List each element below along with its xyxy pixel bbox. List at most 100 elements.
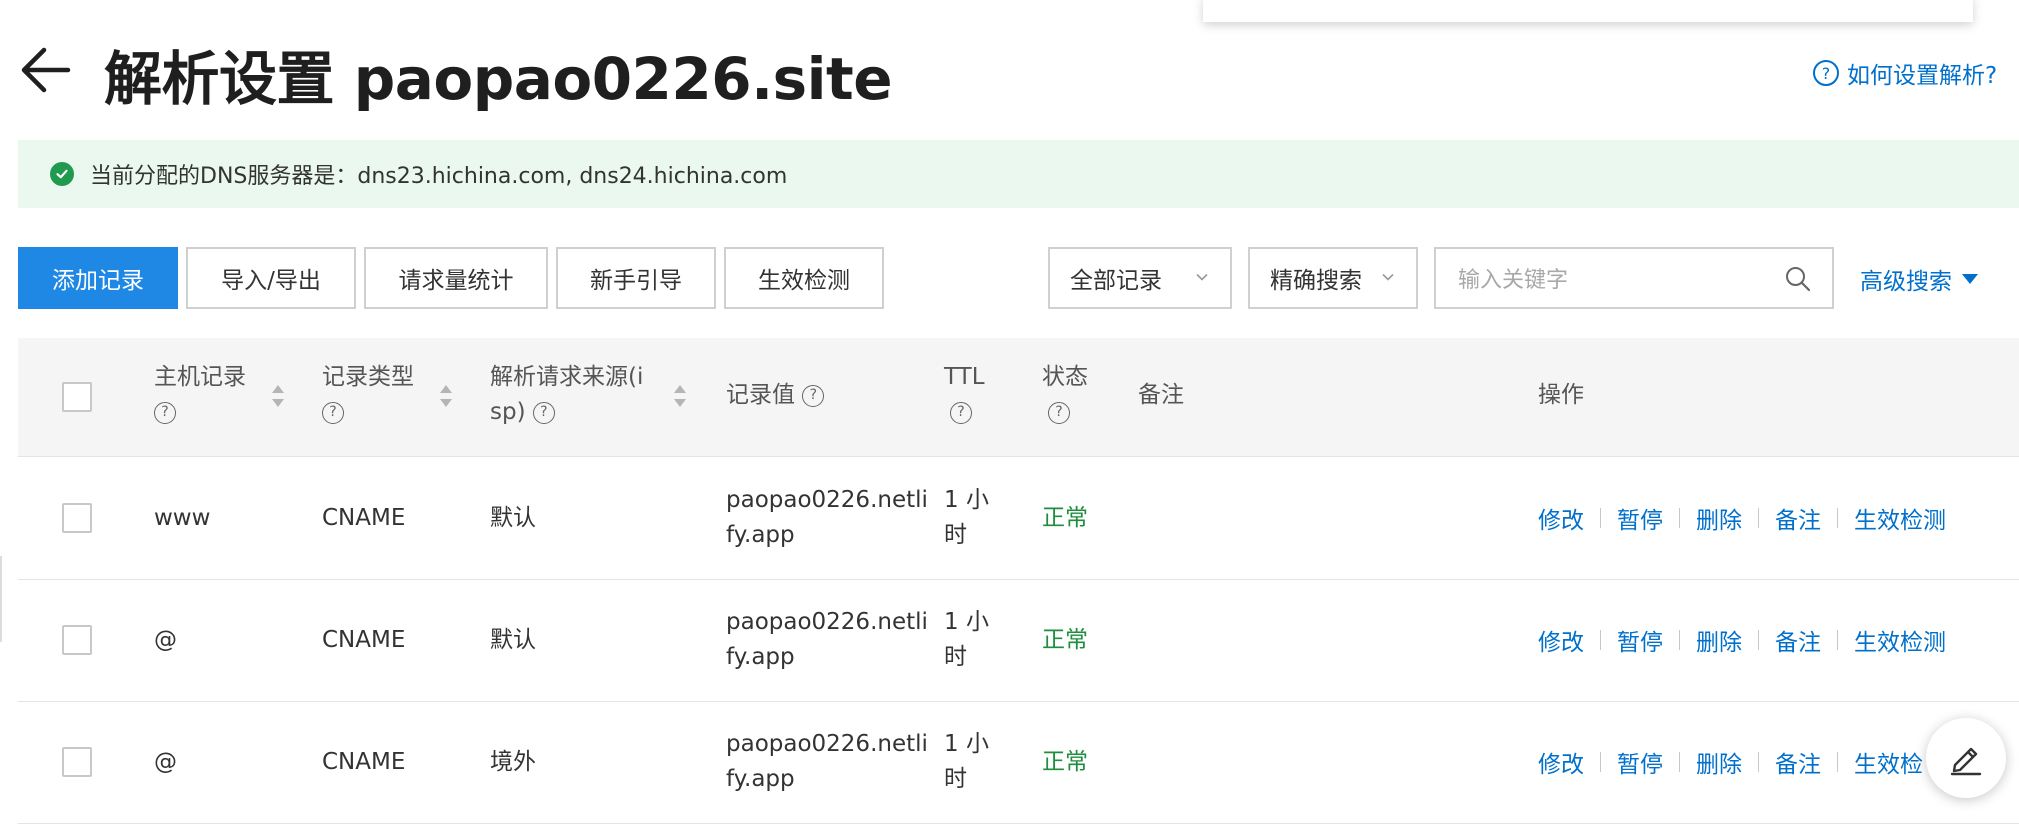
remark-link[interactable]: 备注 (1775, 745, 1821, 779)
question-circle-icon[interactable]: ? (950, 401, 972, 424)
divider (1679, 630, 1680, 650)
cell-source: 境外 (490, 749, 536, 775)
cell-value-line2: fy.app (726, 522, 795, 548)
sort-icon[interactable] (438, 382, 454, 410)
question-circle-icon: ? (1813, 60, 1839, 86)
cell-type: CNAME (322, 749, 406, 775)
delete-link[interactable]: 删除 (1696, 745, 1742, 779)
add-record-button[interactable]: 添加记录 (18, 247, 178, 309)
sort-icon[interactable] (270, 382, 286, 410)
advanced-search-toggle[interactable]: 高级搜索 (1860, 262, 1978, 296)
cell-ttl-line1: 1 小 (944, 731, 989, 757)
cell-type: CNAME (322, 627, 406, 653)
cell-ttl-line2: 时 (944, 644, 967, 670)
col-type[interactable]: 记录类型 ? (322, 360, 414, 430)
cell-host: www (154, 505, 211, 531)
arrow-left-icon[interactable] (18, 42, 74, 98)
question-circle-icon[interactable]: ? (802, 384, 825, 407)
import-export-button[interactable]: 导入/导出 (186, 247, 356, 309)
floating-edit-button[interactable] (1926, 718, 2006, 798)
col-type-label: 记录类型 (322, 364, 414, 390)
dropdown-panel-remnant (1203, 0, 1973, 22)
row-actions: 修改 暂停 删除 备注 生效检测 (1538, 501, 1946, 535)
keyword-search-input[interactable] (1456, 263, 1760, 297)
col-source[interactable]: 解析请求来源(i sp) ? (490, 360, 643, 430)
table-row: @ CNAME 默认 paopao0226.netli fy.app 1 小 时… (18, 580, 2019, 702)
cell-host: @ (154, 749, 177, 775)
divider (1837, 630, 1838, 650)
search-mode-select[interactable]: 精确搜索 (1248, 247, 1418, 309)
cell-status: 正常 (1042, 749, 1088, 775)
cell-status: 正常 (1042, 505, 1088, 531)
col-value-label: 记录值 (726, 382, 795, 408)
sort-icon[interactable] (672, 382, 688, 410)
select-all-checkbox[interactable] (62, 382, 92, 412)
cell-value-line1: paopao0226.netli (726, 731, 928, 757)
beginner-guide-button[interactable]: 新手引导 (556, 247, 716, 309)
col-ttl: TTL ? (944, 360, 985, 430)
divider (1600, 752, 1601, 772)
keyword-search-box (1434, 247, 1834, 309)
dns-server-text: 当前分配的DNS服务器是：dns23.hichina.com, dns24.hi… (90, 164, 788, 189)
edit-link[interactable]: 修改 (1538, 501, 1584, 535)
delete-link[interactable]: 删除 (1696, 623, 1742, 657)
record-filter-value: 全部记录 (1070, 268, 1162, 294)
pause-link[interactable]: 暂停 (1617, 623, 1663, 657)
row-checkbox[interactable] (62, 503, 92, 533)
row-checkbox[interactable] (62, 747, 92, 777)
cell-source: 默认 (490, 627, 536, 653)
effect-check-button[interactable]: 生效检测 (724, 247, 884, 309)
cell-value-line1: paopao0226.netli (726, 487, 928, 513)
divider (1600, 508, 1601, 528)
cell-ttl-line2: 时 (944, 522, 967, 548)
delete-link[interactable]: 删除 (1696, 501, 1742, 535)
col-status-label: 状态 (1042, 364, 1088, 390)
divider (1758, 630, 1759, 650)
col-host[interactable]: 主机记录 ? (154, 360, 246, 430)
chevron-down-icon (1382, 273, 1394, 281)
cell-ttl: 1 小 时 (944, 727, 989, 797)
dns-server-banner: 当前分配的DNS服务器是：dns23.hichina.com, dns24.hi… (18, 140, 2019, 208)
request-stats-button[interactable]: 请求量统计 (364, 247, 548, 309)
pause-link[interactable]: 暂停 (1617, 745, 1663, 779)
cell-type: CNAME (322, 505, 406, 531)
record-filter-select[interactable]: 全部记录 (1048, 247, 1232, 309)
effect-check-link[interactable]: 生效检测 (1854, 623, 1946, 657)
row-checkbox[interactable] (62, 625, 92, 655)
divider (1758, 752, 1759, 772)
search-icon[interactable] (1784, 265, 1812, 293)
remark-link[interactable]: 备注 (1775, 623, 1821, 657)
cell-value: paopao0226.netli fy.app (726, 605, 928, 675)
question-circle-icon[interactable]: ? (322, 401, 344, 424)
table-row: @ CNAME 境外 paopao0226.netli fy.app 1 小 时… (18, 702, 2019, 824)
cell-host: @ (154, 627, 177, 653)
col-ops: 操作 (1538, 382, 1584, 408)
question-circle-icon[interactable]: ? (154, 401, 176, 424)
cell-ttl: 1 小 时 (944, 605, 989, 675)
cell-source: 默认 (490, 505, 536, 531)
effect-check-link[interactable]: 生效检测 (1854, 501, 1946, 535)
question-circle-icon[interactable]: ? (532, 401, 555, 424)
col-source-label-line1: 解析请求来源(i (490, 364, 644, 390)
row-actions: 修改 暂停 删除 备注 生效检 (1538, 745, 1923, 779)
col-source-label-line2: sp) (490, 399, 526, 425)
pause-link[interactable]: 暂停 (1617, 501, 1663, 535)
chevron-down-icon (1196, 273, 1208, 281)
cell-ttl-line1: 1 小 (944, 609, 989, 635)
question-circle-icon[interactable]: ? (1048, 401, 1070, 424)
effect-check-link[interactable]: 生效检 (1854, 745, 1923, 779)
col-remark: 备注 (1138, 382, 1184, 408)
page-title: 解析设置 paopao0226.site (104, 45, 893, 113)
help-link-label: 如何设置解析? (1847, 63, 1998, 89)
col-value: 记录值 ? (726, 378, 825, 413)
help-link[interactable]: ? 如何设置解析? (1813, 56, 1997, 90)
edit-link[interactable]: 修改 (1538, 745, 1584, 779)
table-row: www CNAME 默认 paopao0226.netli fy.app 1 小… (18, 458, 2019, 580)
edit-link[interactable]: 修改 (1538, 623, 1584, 657)
remark-link[interactable]: 备注 (1775, 501, 1821, 535)
cell-ttl-line1: 1 小 (944, 487, 989, 513)
check-circle-icon (50, 162, 74, 186)
cell-value-line2: fy.app (726, 644, 795, 670)
left-edge-divider (0, 556, 2, 642)
divider (1600, 630, 1601, 650)
